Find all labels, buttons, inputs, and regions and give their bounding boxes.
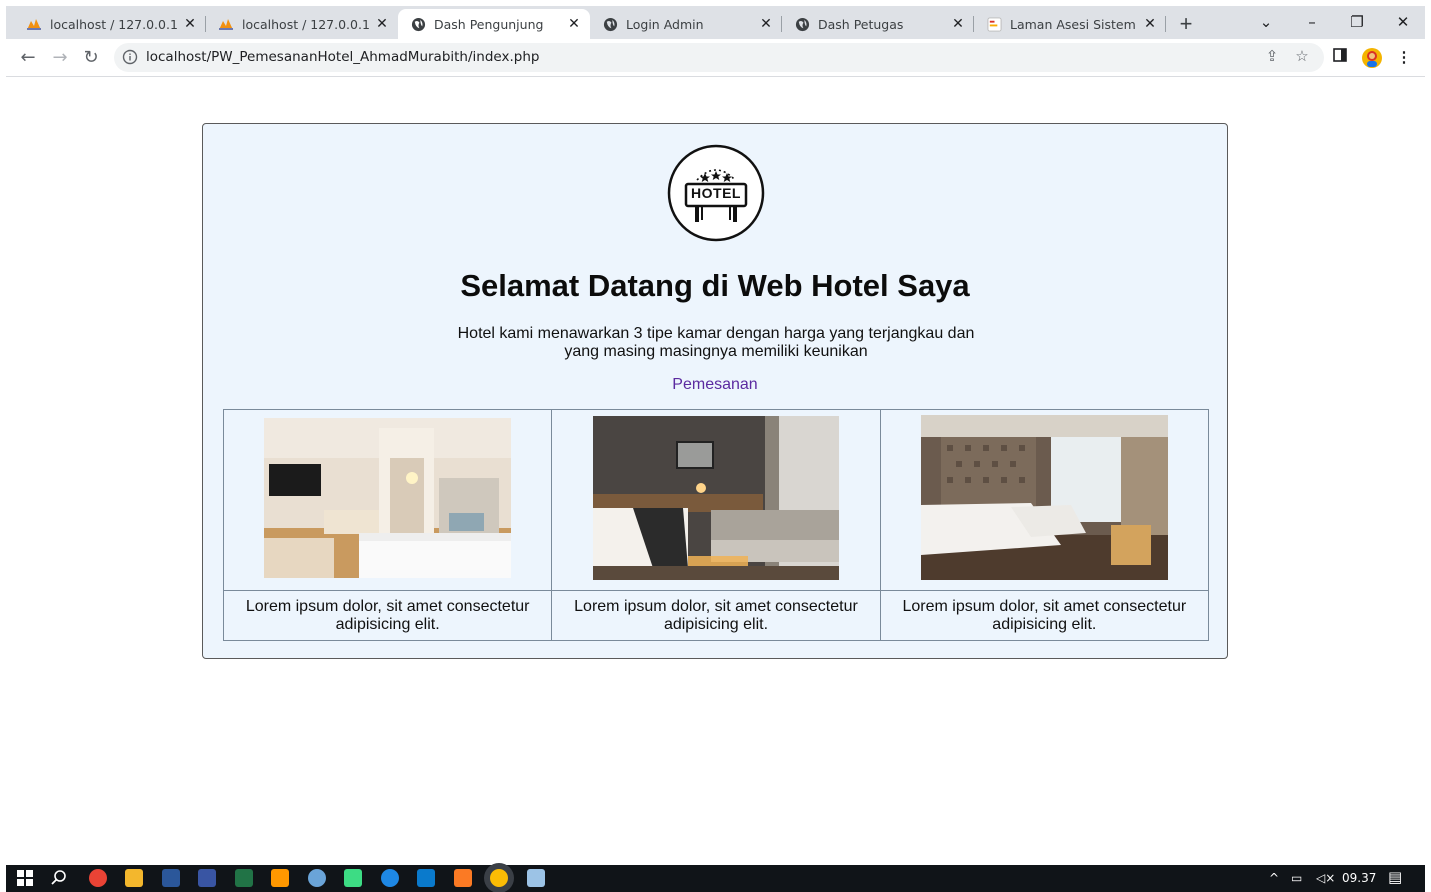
share-icon[interactable]: ⇪ [1262,47,1282,67]
tab-title: localhost / 127.0.0.1 / db [242,16,370,32]
close-icon[interactable]: ✕ [182,16,198,32]
tab-laman-asesi[interactable]: Laman Asesi Sistem Info ✕ [974,9,1166,39]
tab-title: Dash Pengunjung [434,16,544,32]
vscode-icon[interactable] [417,869,435,887]
new-tab-button[interactable]: + [1172,10,1200,38]
minimize-icon[interactable]: – [1290,8,1334,36]
forward-arrow-icon[interactable]: → [47,45,73,71]
room-image-cell [879,409,1210,591]
visio-icon[interactable] [198,869,216,887]
room-caption-row: Lorem ipsum dolor, sit amet consectetur … [222,590,1210,641]
chrome-active-icon[interactable] [490,869,508,887]
room-caption: Lorem ipsum dolor, sit amet consectetur … [879,590,1210,641]
room-image-row [222,409,1210,591]
app-icon[interactable] [381,869,399,887]
phpmyadmin-icon [26,16,42,32]
close-icon[interactable]: ✕ [566,16,582,32]
room-caption: Lorem ipsum dolor, sit amet consectetur … [222,590,553,641]
file-explorer-icon[interactable] [125,869,143,887]
window-close-icon[interactable]: ✕ [1381,8,1425,36]
restore-icon[interactable]: ❐ [1335,8,1379,36]
globe-icon [410,16,426,32]
tab-phpmyadmin-2[interactable]: localhost / 127.0.0.1 / db ✕ [206,9,398,39]
app-icon [986,16,1002,32]
close-icon[interactable]: ✕ [1142,16,1158,32]
reload-icon[interactable]: ↻ [78,45,104,71]
tab-title: localhost / 127.0.0.1 / db [50,16,178,32]
browser-tab-strip: localhost / 127.0.0.1 / db ✕ localhost /… [6,6,1425,39]
kebab-menu-icon[interactable]: ⋮ [1393,47,1415,69]
room-photo-1 [264,417,512,578]
paint-icon[interactable] [308,869,326,887]
tab-phpmyadmin-1[interactable]: localhost / 127.0.0.1 / db ✕ [14,9,206,39]
bookmark-star-icon[interactable]: ☆ [1292,47,1312,67]
tab-title: Laman Asesi Sistem Info [1010,16,1138,32]
browser-toolbar: ← → ↻ localhost/PW_PemesananHotel_AhmadM… [6,39,1425,77]
close-icon[interactable]: ✕ [758,16,774,32]
room-photo-2 [592,415,839,580]
welcome-card: HOTEL Selamat Datang di Web Hotel Saya H… [202,123,1228,659]
network-icon[interactable]: ▭ [1291,871,1302,885]
room-caption: Lorem ipsum dolor, sit amet consectetur … [551,590,881,641]
windows-taskbar: ^ ▭ ◁× 09.37 ▤ [6,865,1425,892]
side-panel-icon[interactable] [1329,47,1351,69]
tab-title: Login Admin [626,16,704,32]
profile-avatar[interactable] [1361,47,1383,69]
room-image-cell [222,409,553,591]
word-icon[interactable] [162,869,180,887]
globe-icon [794,16,810,32]
url-text[interactable]: localhost/PW_PemesananHotel_AhmadMurabit… [146,49,539,65]
notepad-icon[interactable] [527,869,545,887]
close-icon[interactable]: ✕ [374,16,390,32]
tab-dash-pengunjung[interactable]: Dash Pengunjung ✕ [398,9,590,39]
tab-dash-petugas[interactable]: Dash Petugas ✕ [782,9,974,39]
page-title: Selamat Datang di Web Hotel Saya [460,268,970,303]
room-image-cell [551,409,881,591]
windows-start-icon[interactable] [16,869,34,887]
tab-separator [1165,16,1166,32]
notification-icon[interactable]: ▤ [1388,868,1402,886]
back-arrow-icon[interactable]: ← [15,45,41,71]
excel-icon[interactable] [235,869,253,887]
tray-chevron-icon[interactable]: ^ [1269,871,1279,885]
room-photo-3 [920,415,1168,580]
address-bar[interactable]: localhost/PW_PemesananHotel_AhmadMurabit… [114,43,1324,72]
room-table: Lorem ipsum dolor, sit amet consectetur … [222,409,1210,641]
search-icon[interactable] [50,869,68,887]
speaker-muted-icon[interactable]: ◁× [1316,871,1335,885]
tab-search-icon[interactable]: ⌄ [1244,8,1288,36]
android-studio-icon[interactable] [344,869,362,887]
tab-title: Dash Petugas [818,16,904,32]
xampp-icon[interactable] [454,869,472,887]
page-description: Hotel kami menawarkan 3 tipe kamar denga… [457,325,975,360]
logo-text: HOTEL [691,185,741,201]
close-icon[interactable]: ✕ [950,16,966,32]
clock-time[interactable]: 09.37 [1342,871,1376,885]
globe-icon [602,16,618,32]
chrome-icon[interactable] [89,869,107,887]
info-icon[interactable] [122,49,138,65]
phpmyadmin-icon [218,16,234,32]
pemesanan-link[interactable]: Pemesanan [203,376,1227,394]
sublime-icon[interactable] [271,869,289,887]
tab-login-admin[interactable]: Login Admin ✕ [590,9,782,39]
